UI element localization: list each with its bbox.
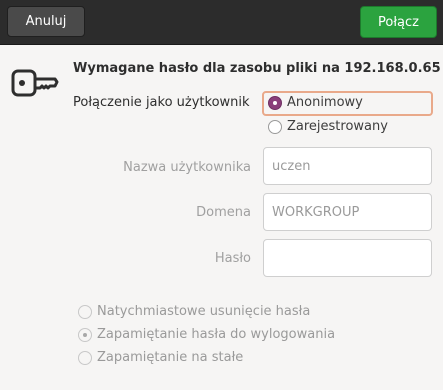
domain-label: Domena [196, 205, 251, 220]
connection-label: Połączenie jako użytkownik [73, 95, 250, 110]
radio-remember-until-logout[interactable]: Zapamiętanie hasła do wylogowania [78, 327, 335, 342]
radio-anonymous-label: Anonimowy [287, 95, 363, 110]
radio-selected-indicator [268, 95, 282, 110]
password-label: Hasło [214, 251, 251, 266]
radio-registered[interactable]: Zarejestrowany [268, 119, 388, 134]
domain-field[interactable] [263, 193, 432, 231]
radio-indicator [268, 119, 282, 134]
radio-forget-immediately-label: Natychmiastowe usunięcie hasła [97, 304, 311, 319]
connect-button[interactable]: Połącz [360, 6, 437, 38]
dialog-header: Anuluj Połącz [0, 0, 443, 45]
username-label: Nazwa użytkownika [123, 160, 251, 175]
cancel-button[interactable]: Anuluj [7, 6, 85, 37]
radio-registered-label: Zarejestrowany [287, 119, 388, 134]
radio-indicator [78, 350, 92, 365]
radio-forget-immediately[interactable]: Natychmiastowe usunięcie hasła [78, 304, 310, 319]
radio-remember-forever[interactable]: Zapamiętanie na stałe [78, 350, 243, 365]
radio-selected-indicator [78, 327, 92, 342]
radio-remember-forever-label: Zapamiętanie na stałe [97, 350, 244, 365]
password-field[interactable] [263, 239, 432, 277]
radio-anonymous[interactable]: Anonimowy [268, 95, 363, 110]
radio-remember-until-logout-label: Zapamiętanie hasła do wylogowania [97, 327, 336, 342]
username-field[interactable] [263, 147, 432, 185]
key-icon [11, 69, 59, 97]
radio-indicator [78, 304, 92, 319]
dialog-heading: Wymagane hasło dla zasobu pliki na 192.1… [73, 61, 441, 76]
